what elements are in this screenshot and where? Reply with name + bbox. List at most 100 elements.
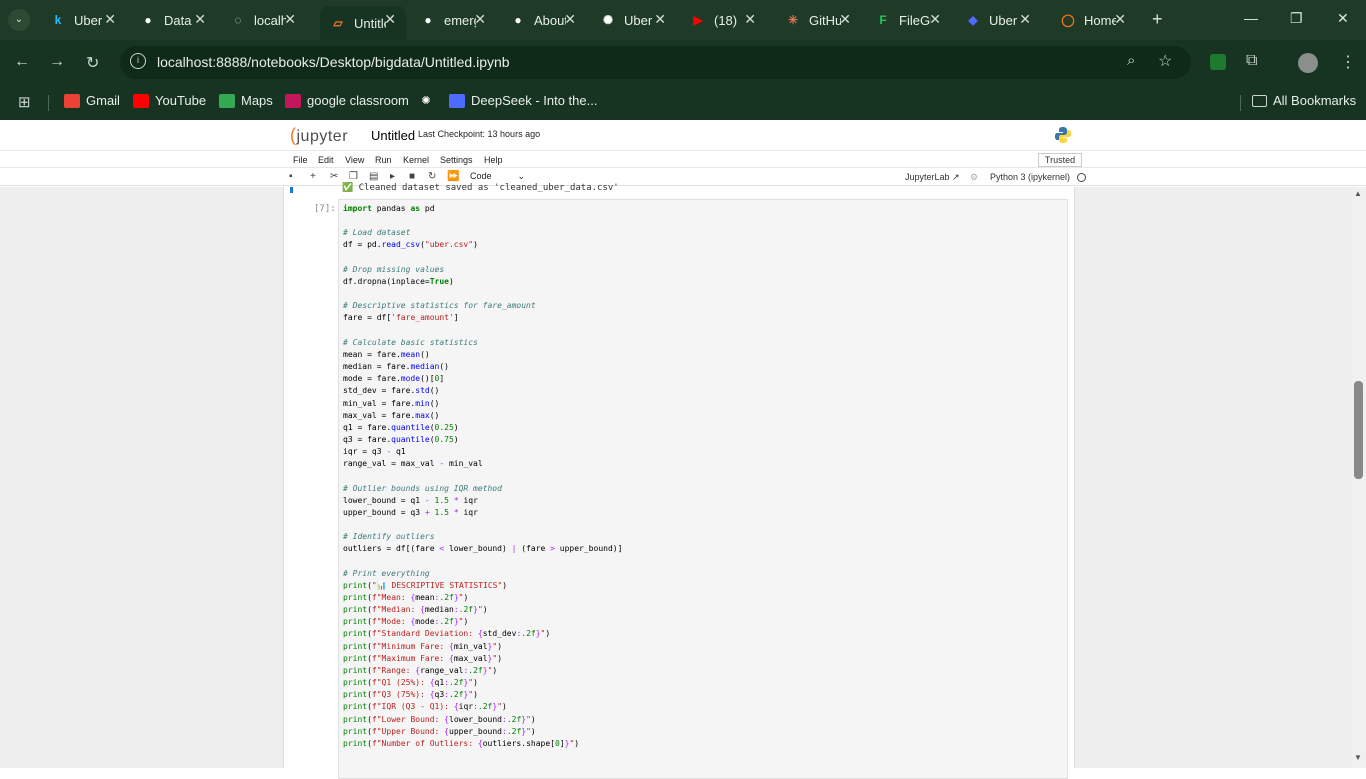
notebook-title[interactable]: Untitled [371, 128, 415, 143]
bookmark-item[interactable]: Maps [219, 93, 273, 108]
cut-icon[interactable]: ✂ [330, 171, 338, 182]
cell-prompt: [7]: [314, 204, 336, 214]
loading-icon: ◯ [1061, 13, 1075, 27]
back-icon[interactable]: ← [14, 53, 30, 71]
all-bookmarks-button[interactable]: All Bookmarks [1252, 93, 1356, 108]
tab-title: FileGuru [899, 12, 931, 28]
tab-9[interactable]: ✳ GitHub✕ [775, 6, 861, 34]
tab-5[interactable]: ● emerging✕ [410, 6, 496, 34]
menu-help[interactable]: Help [484, 155, 503, 165]
settings-dot-icon[interactable]: ⚙ [970, 172, 978, 183]
url-text[interactable]: localhost:8888/notebooks/Desktop/bigdata… [157, 54, 510, 70]
deepseek-icon [449, 93, 465, 108]
close-tab-icon[interactable]: ✕ [839, 11, 851, 28]
close-tab-icon[interactable]: ✕ [384, 11, 396, 28]
bookmark-item[interactable]: ✺ [418, 93, 440, 107]
tab-3[interactable]: ◌ localhost✕ [220, 6, 306, 34]
save-icon[interactable]: ▪ [289, 171, 293, 182]
restore-icon[interactable]: ❐ [1290, 10, 1303, 27]
bookmarks-bar: ⊞ Gmail YouTube Maps google classroom ✺ DeepS… [0, 86, 1366, 120]
paste-icon[interactable]: ▤ [369, 171, 378, 182]
openai-icon: ✺ [602, 13, 614, 27]
tab-6[interactable]: ● About ✕ [500, 6, 586, 34]
menu-file[interactable]: File [293, 155, 308, 165]
claude-icon: ✳ [787, 13, 799, 27]
menu-run[interactable]: Run [375, 155, 392, 165]
close-tab-icon[interactable]: ✕ [1114, 11, 1126, 28]
tab-2[interactable]: ● Data ✕ [130, 6, 216, 34]
copy-icon[interactable]: ❐ [349, 171, 358, 182]
insert-cell-icon[interactable]: + [310, 171, 316, 182]
bookmark-item[interactable]: YouTube [133, 93, 206, 108]
scroll-up-icon[interactable]: ▲ [1354, 189, 1362, 198]
scroll-down-icon[interactable]: ▼ [1354, 753, 1362, 762]
close-tab-icon[interactable]: ✕ [1019, 11, 1031, 28]
minimize-icon[interactable]: — [1244, 10, 1258, 26]
extensions-puzzle-icon[interactable]: ⧉ [1246, 52, 1257, 70]
close-tab-icon[interactable]: ✕ [194, 11, 206, 28]
trusted-badge[interactable]: Trusted [1038, 153, 1082, 167]
external-link-icon: ↗ [952, 172, 960, 182]
browser-toolbar: ← → ↻ i localhost:8888/notebooks/Desktop… [0, 40, 1366, 86]
zoom-icon[interactable]: ⌕ [1127, 52, 1135, 69]
address-bar[interactable]: i localhost:8888/notebooks/Desktop/bigda… [120, 46, 1191, 79]
github-icon: ● [424, 13, 432, 27]
forward-icon[interactable]: → [49, 53, 65, 71]
close-tab-icon[interactable]: ✕ [929, 11, 941, 28]
menu-view[interactable]: View [345, 155, 364, 165]
bookmark-label: YouTube [155, 93, 207, 108]
kernel-name[interactable]: Python 3 (ipykernel) [990, 172, 1086, 183]
stop-icon[interactable]: ■ [409, 171, 415, 182]
tab-4[interactable]: ▱ Untitled✕ [320, 6, 406, 40]
jupyterlab-link[interactable]: JupyterLab ↗ [905, 172, 960, 183]
site-info-icon[interactable]: i [130, 53, 146, 69]
close-tab-icon[interactable]: ✕ [284, 11, 296, 28]
previous-cell-output: ✅ Cleaned dataset saved as 'cleaned_uber… [342, 183, 619, 193]
scrollbar-thumb[interactable] [1354, 381, 1363, 479]
bookmark-label: DeepSeek - Into the... [471, 93, 598, 108]
tab-11[interactable]: ◆ Uber ✕ [955, 6, 1041, 34]
extension-icon[interactable] [1210, 54, 1226, 70]
bookmark-item[interactable]: DeepSeek - Into the... [449, 93, 597, 108]
tab-search-button[interactable]: ⌄ [8, 9, 30, 31]
tab-8[interactable]: ▶ (18) ✕ [680, 6, 766, 34]
new-tab-button[interactable]: + [1152, 9, 1163, 30]
tab-title: emerging [444, 12, 476, 28]
tab-title: Untitled [354, 15, 386, 31]
kaggle-icon: k [54, 13, 62, 27]
tab-1[interactable]: k Uber Data Analysis✕ [40, 6, 126, 34]
reload-icon[interactable]: ↻ [86, 53, 99, 73]
restart-run-all-icon[interactable]: ⏩ [447, 171, 459, 182]
code-content[interactable]: import pandas as pd # Load dataset df = … [343, 203, 622, 750]
bookmark-star-icon[interactable]: ☆ [1158, 51, 1172, 71]
close-tab-icon[interactable]: ✕ [474, 11, 486, 28]
page-scrollbar[interactable]: ▲ ▼ [1351, 187, 1366, 768]
bookmark-item[interactable]: google classroom [285, 93, 409, 108]
classroom-icon [285, 93, 301, 108]
tab-title: Data [164, 12, 192, 28]
tab-10[interactable]: F FileGuru✕ [865, 6, 951, 34]
apps-grid-icon[interactable]: ⊞ [18, 93, 31, 111]
tab-7[interactable]: ✺ Uber ✕ [590, 6, 676, 34]
menu-kernel[interactable]: Kernel [403, 155, 429, 165]
restart-icon[interactable]: ↻ [428, 171, 436, 182]
menu-edit[interactable]: Edit [318, 155, 334, 165]
menu-kebab-icon[interactable]: ⋮ [1340, 52, 1356, 72]
jupyter-logo[interactable]: (jupyter [290, 125, 348, 146]
cell-type-select[interactable]: Code ⌄ [470, 171, 525, 182]
close-tab-icon[interactable]: ✕ [104, 11, 116, 28]
bookmark-item[interactable]: Gmail [64, 93, 120, 108]
active-cell-marker [290, 187, 293, 193]
browser-tab-strip: ⌄ kUber Data Analysis✕●Data✕◌localhost✕▱… [0, 0, 1366, 40]
close-tab-icon[interactable]: ✕ [654, 11, 666, 28]
profile-avatar[interactable] [1298, 53, 1318, 73]
chevron-down-icon: ⌄ [517, 171, 526, 181]
close-tab-icon[interactable]: ✕ [564, 11, 576, 28]
close-window-icon[interactable]: ✕ [1337, 10, 1349, 27]
run-icon[interactable]: ▸ [390, 171, 395, 182]
tab-title: Uber [624, 12, 653, 28]
tab-12[interactable]: ◯ Home ✕ [1050, 6, 1136, 34]
menu-settings[interactable]: Settings [440, 155, 473, 165]
close-tab-icon[interactable]: ✕ [744, 11, 756, 28]
github-icon: ● [144, 13, 152, 27]
